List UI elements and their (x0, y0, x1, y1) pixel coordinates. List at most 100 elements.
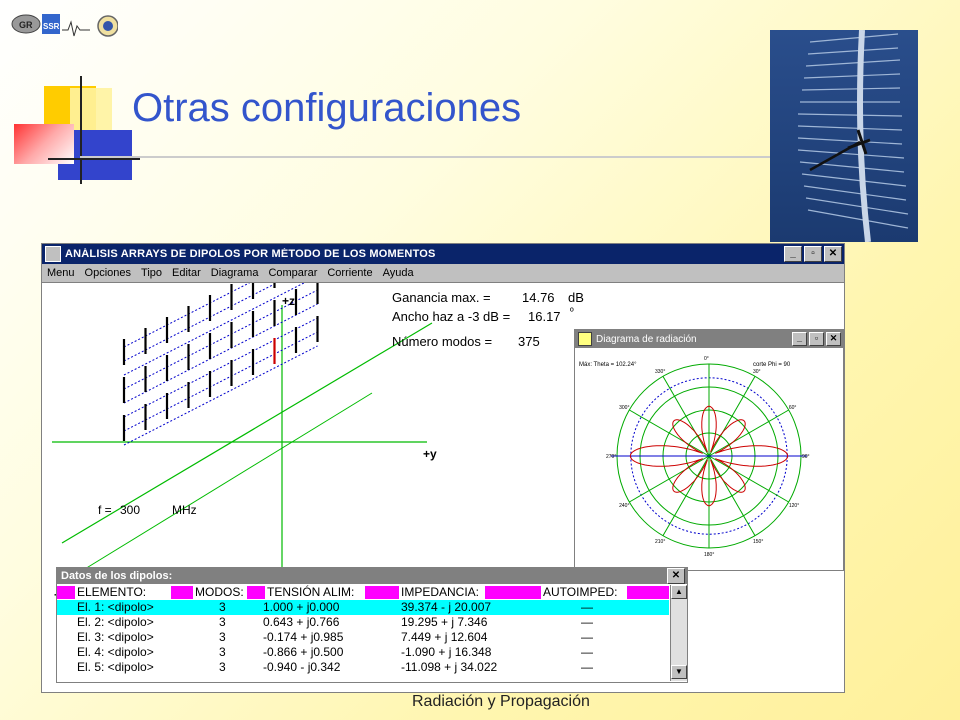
polar-angle-label: 30° (753, 369, 761, 375)
cell-autoimped: — (581, 600, 593, 614)
scroll-up-icon[interactable]: ▲ (671, 585, 687, 599)
cell-elemento: El. 1: <dipolo> (77, 600, 154, 614)
cell-impedancia: -1.090 + j 16.348 (401, 645, 492, 659)
polar-plot: Máx: Theta = 102.24° corte Phi = 90 0° 30… (579, 356, 810, 558)
cell-autoimped: — (581, 630, 593, 644)
cell-autoimped: — (581, 615, 593, 629)
menu-bar: Menu Opciones Tipo Editar Diagrama Compa… (42, 264, 844, 283)
axis-z-label: +z (282, 294, 295, 308)
menu-item-tipo[interactable]: Tipo (136, 267, 167, 279)
table-row[interactable]: El. 4: <dipolo> 3 -0.866 + j0.500 -1.090 + … (57, 645, 669, 660)
polar-angle-label: 0° (704, 356, 709, 362)
table-scrollbar[interactable]: ▲ ▼ (670, 585, 687, 681)
table-header: ELEMENTO: MODOS: TENSIÓN ALIM: IMPEDANCI… (57, 585, 669, 600)
dipole-table: ELEMENTO: MODOS: TENSIÓN ALIM: IMPEDANCI… (57, 585, 669, 675)
polar-angle-label: 90° (802, 454, 810, 460)
radiation-titlebar[interactable]: Diagrama de radiación _ ▫ ✕ (575, 330, 843, 348)
app-titlebar[interactable]: ANÁLISIS ARRAYS DE DIPOLOS POR MÉTODO DE… (42, 244, 844, 264)
cell-modos: 3 (219, 615, 226, 629)
table-row[interactable]: El. 1: <dipolo> 3 1.000 + j0.000 39.374 - j… (57, 600, 669, 615)
page-title: Otras configuraciones (132, 86, 522, 130)
cell-tension: -0.940 - j0.342 (263, 660, 341, 674)
maximize-button[interactable]: ▫ (804, 246, 822, 262)
cell-elemento: El. 4: <dipolo> (77, 645, 154, 659)
data-titlebar[interactable]: Datos de los dipolos: ✕ (57, 568, 687, 584)
radiation-maximize-button[interactable]: ▫ (809, 332, 824, 346)
array-row-line (123, 345, 318, 446)
column-header-tension[interactable]: TENSIÓN ALIM: (267, 585, 354, 599)
beamwidth-unit: º (570, 307, 574, 318)
array-row-line (123, 331, 318, 432)
cell-impedancia: 39.374 - j 20.007 (401, 600, 492, 614)
gain-unit: dB (568, 290, 584, 305)
close-button[interactable]: ✕ (824, 246, 842, 262)
menu-item-diagrama[interactable]: Diagrama (206, 267, 264, 279)
beamwidth-label: Ancho haz a -3 dB = (392, 309, 511, 324)
polar-spoke (629, 455, 710, 503)
slide-footer: Radiación y Propagación (412, 693, 590, 710)
axis-y-label: +y (423, 447, 437, 461)
polar-angle-label: 240° (619, 503, 629, 509)
cell-impedancia: 19.295 + j 7.346 (401, 615, 488, 629)
diagram-window-icon (578, 332, 592, 346)
radiation-diagram-window[interactable]: Diagrama de radiación _ ▫ ✕ Máx: Theta =… (574, 329, 844, 571)
polar-angle-label: 150° (753, 539, 763, 545)
dipole-data-window[interactable]: Datos de los dipolos: ✕ ELEMENTO: MODOS:… (56, 567, 688, 683)
radiation-title: Diagrama de radiación (596, 333, 697, 345)
cell-impedancia: -11.098 + j 34.022 (401, 660, 498, 674)
menu-item-menu[interactable]: Menu (42, 267, 80, 279)
column-header-elemento[interactable]: ELEMENTO: (77, 585, 146, 599)
scroll-down-icon[interactable]: ▼ (671, 665, 687, 679)
menu-item-editar[interactable]: Editar (167, 267, 206, 279)
beamwidth-value: 16.17 (528, 309, 561, 324)
app-window-icon (45, 246, 61, 262)
cell-elemento: El. 2: <dipolo> (77, 615, 154, 629)
gain-value: 14.76 (522, 290, 555, 305)
cell-tension: 0.643 + j0.766 (263, 615, 340, 629)
table-row[interactable]: El. 2: <dipolo> 3 0.643 + j0.766 19.295 + j… (57, 615, 669, 630)
column-header-impedancia[interactable]: IMPEDANCIA: (401, 585, 479, 599)
max-theta-label: Máx: Theta = 102.24° (579, 362, 637, 368)
modes-value: 375 (518, 334, 540, 349)
freq-value: 300 (120, 503, 140, 517)
antenna-photo (770, 29, 918, 243)
column-header-autoimped[interactable]: AUTOIMPED: (543, 585, 617, 599)
polar-angle-label: 60° (789, 405, 797, 411)
column-header-modos[interactable]: MODOS: (195, 585, 244, 599)
polar-angle-label: 300° (619, 405, 629, 411)
cell-autoimped: — (581, 645, 593, 659)
menu-item-corriente[interactable]: Corriente (322, 267, 377, 279)
title-divider (80, 156, 880, 158)
polar-angle-label: 270° (606, 454, 616, 460)
table-row[interactable]: El. 5: <dipolo> 3 -0.940 - j0.342 -11.098 +… (57, 660, 669, 675)
data-title: Datos de los dipolos: (61, 570, 173, 582)
menu-item-comparar[interactable]: Comparar (263, 267, 322, 279)
table-row[interactable]: El. 3: <dipolo> 3 -0.174 + j0.985 7.449 + j… (57, 630, 669, 645)
cell-elemento: El. 5: <dipolo> (77, 660, 154, 674)
polar-angle-label: 330° (655, 369, 665, 375)
cell-tension: -0.866 + j0.500 (263, 645, 344, 659)
cell-tension: 1.000 + j0.000 (263, 600, 340, 614)
cell-autoimped: — (581, 660, 593, 674)
gr-logo-icon: GR SSR (11, 14, 119, 37)
svg-text:SSR: SSR (43, 22, 60, 31)
decorative-squares (10, 74, 140, 184)
polar-angle-label: 180° (704, 552, 714, 558)
app-title: ANÁLISIS ARRAYS DE DIPOLOS POR MÉTODO DE… (65, 248, 436, 260)
header-logos: GR SSR (8, 8, 119, 48)
cell-modos: 3 (219, 600, 226, 614)
polar-spoke (708, 409, 789, 457)
cell-tension: -0.174 + j0.985 (263, 630, 344, 644)
cut-phi-label: corte Phi = 90 (753, 362, 791, 368)
menu-item-opciones[interactable]: Opciones (80, 267, 136, 279)
cell-modos: 3 (219, 660, 226, 674)
svg-text:GR: GR (19, 20, 33, 30)
radiation-close-button[interactable]: ✕ (826, 332, 841, 346)
cell-elemento: El. 3: <dipolo> (77, 630, 154, 644)
polar-angle-label: 120° (789, 503, 799, 509)
menu-item-ayuda[interactable]: Ayuda (378, 267, 419, 279)
data-close-button[interactable]: ✕ (667, 568, 685, 584)
gain-label: Ganancia max. = (392, 290, 491, 305)
radiation-minimize-button[interactable]: _ (792, 332, 807, 346)
minimize-button[interactable]: _ (784, 246, 802, 262)
